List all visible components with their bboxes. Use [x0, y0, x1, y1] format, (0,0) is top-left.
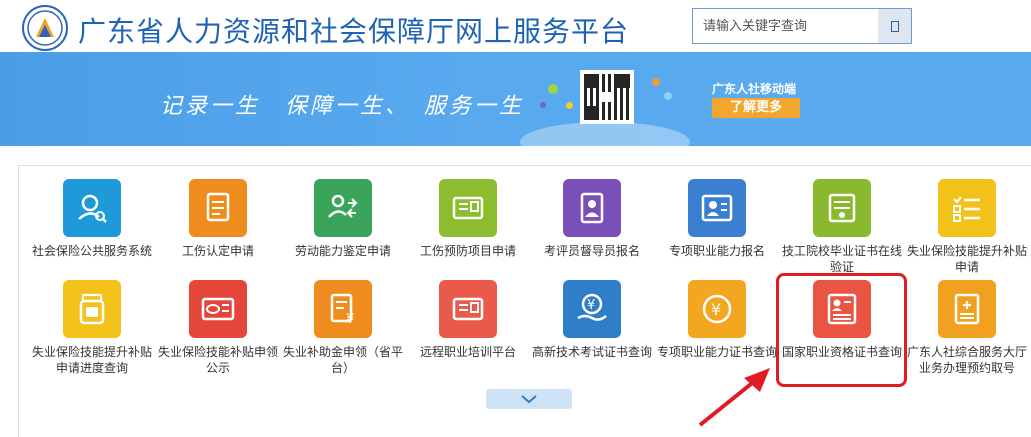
service-tile[interactable]: 远程职业培训平台 [406, 280, 530, 360]
user-search-icon [63, 179, 121, 237]
service-tile[interactable]: 社会保险公共服务系统 [30, 179, 154, 259]
service-label: 专项职业能力报名 [668, 244, 765, 258]
svg-text:¥: ¥ [346, 312, 354, 327]
service-label: 工伤预防项目申请 [419, 244, 516, 258]
decor-dot-icon [548, 84, 558, 94]
decor-dot-icon [652, 78, 660, 86]
service-tile[interactable]: 工伤预防项目申请 [406, 179, 530, 259]
highlight-box [776, 273, 907, 387]
decor-dot-icon [566, 102, 573, 109]
search-box [692, 8, 912, 44]
service-tile[interactable]: 劳动能力鉴定申请 [281, 179, 405, 259]
service-tile[interactable]: 失业保险技能提升补贴申请进度查询 [30, 280, 154, 376]
banner-wave-decoration [520, 122, 690, 146]
checklist-icon [938, 179, 996, 237]
yuan-hand-icon: ¥ [563, 280, 621, 338]
decor-dot-icon [540, 102, 546, 108]
service-tile[interactable]: 失业保险技能补贴申领公示 [156, 280, 280, 376]
yuan-document-icon: ¥ [314, 280, 372, 338]
service-tile[interactable]: 技工院校毕业证书在线验证 [780, 179, 904, 275]
document-icon [189, 179, 247, 237]
service-tile[interactable]: 失业保险技能提升补贴申请 [905, 179, 1029, 275]
service-label: 社会保险公共服务系统 [32, 244, 153, 258]
id-card-icon [439, 280, 497, 338]
site-logo[interactable] [22, 5, 68, 51]
service-label: 技工院校毕业证书在线验证 [782, 244, 903, 274]
service-label: 广东人社综合服务大厅业务办理预约取号 [907, 345, 1028, 375]
service-tile[interactable]: 考评员督导员报名 [530, 179, 654, 259]
chevron-down-icon [521, 395, 537, 404]
mobile-title: 广东人社移动端 [712, 82, 797, 96]
expand-more-button[interactable] [486, 389, 572, 409]
banner-slogan: 记录一生 保障一生、 服务一生 [160, 94, 525, 119]
service-label: 专项职业能力证书查询 [657, 345, 778, 359]
service-label: 失业保险技能补贴申领公示 [158, 345, 279, 375]
service-label: 考评员督导员报名 [543, 244, 640, 258]
service-label: 远程职业培训平台 [419, 345, 516, 359]
id-card-icon [439, 179, 497, 237]
service-tile[interactable]: ¥ 专项职业能力证书查询 [655, 280, 779, 360]
qr-code [580, 70, 634, 124]
yuan-coin-icon: ¥ [688, 280, 746, 338]
service-label: 失业保险技能提升补贴申请 [907, 244, 1028, 274]
person-document-icon [563, 179, 621, 237]
service-tile[interactable]: 专项职业能力报名 [655, 179, 779, 259]
service-tile[interactable]: 广东人社综合服务大厅业务办理预约取号 [905, 280, 1029, 376]
search-input[interactable] [693, 9, 878, 43]
promo-banner: 记录一生 保障一生、 服务一生 广东人社移动端 了解更多 [0, 52, 1031, 146]
service-label: 劳动能力鉴定申请 [294, 244, 391, 258]
service-tile[interactable]: 工伤认定申请 [156, 179, 280, 259]
search-button[interactable] [878, 9, 911, 43]
decor-dot-icon [664, 92, 672, 100]
site-header: 广东省人力资源和社会保障厅网上服务平台 [0, 0, 1031, 54]
users-transfer-icon [314, 179, 372, 237]
document-plus-icon [938, 280, 996, 338]
id-badge-icon [688, 179, 746, 237]
search-icon [890, 20, 899, 32]
svg-text:¥: ¥ [587, 298, 595, 313]
si-card-icon [189, 280, 247, 338]
medicine-bottle-icon [63, 280, 121, 338]
service-label: 失业补助金申领（省平台） [283, 345, 404, 375]
service-tile[interactable]: ¥ 高新技术考试证书查询 [530, 280, 654, 360]
certificate-icon [813, 179, 871, 237]
learn-more-button[interactable]: 了解更多 [712, 98, 800, 118]
service-label: 高新技术考试证书查询 [532, 345, 653, 359]
service-tile[interactable]: ¥ 失业补助金申领（省平台） [281, 280, 405, 376]
service-label: 工伤认定申请 [181, 244, 254, 258]
service-label: 失业保险技能提升补贴申请进度查询 [32, 345, 153, 375]
svg-text:¥: ¥ [711, 300, 721, 319]
site-title: 广东省人力资源和社会保障厅网上服务平台 [78, 15, 630, 48]
